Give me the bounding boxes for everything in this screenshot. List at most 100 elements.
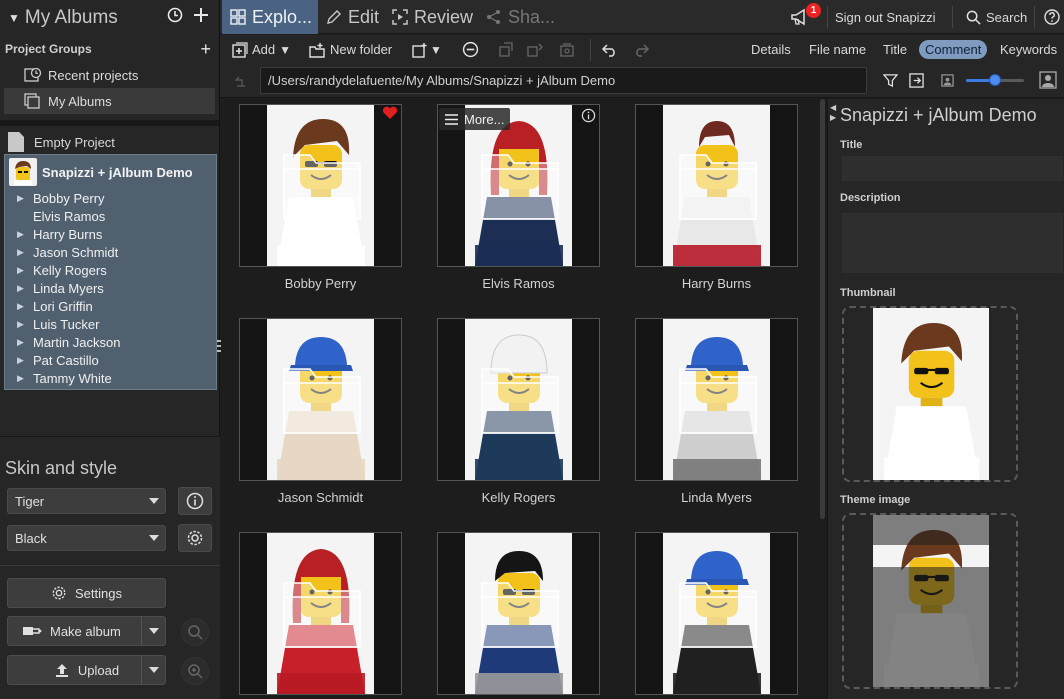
thumb-size-slider[interactable] [966, 74, 1024, 86]
view-option-file-name[interactable]: File name [803, 40, 872, 59]
view-option-title[interactable]: Title [877, 40, 913, 59]
preview-button[interactable] [181, 618, 209, 646]
expand-arrow-icon[interactable]: ▶ [17, 229, 33, 240]
minus-circle-icon [462, 41, 479, 58]
clock-icon[interactable] [165, 7, 185, 29]
magnifier-icon [188, 625, 203, 640]
heart-icon[interactable] [382, 106, 398, 125]
thumbnail-dropzone[interactable] [842, 306, 1018, 482]
sign-out-link[interactable]: Sign out Snapizzi [835, 0, 935, 34]
skin-select[interactable]: Tiger [7, 488, 166, 514]
stack-button[interactable] [559, 35, 575, 64]
sidebar-title: My Albums [24, 7, 118, 28]
title-field[interactable] [842, 156, 1063, 181]
left-splitter-handle[interactable] [217, 340, 221, 354]
expand-arrow-icon[interactable]: ▶ [17, 301, 33, 312]
move-in-icon [527, 43, 543, 57]
tab-explore[interactable]: Explo... [222, 0, 318, 34]
add-icon[interactable] [191, 7, 211, 29]
scrollbar-thumb[interactable] [820, 99, 825, 519]
open-album-button[interactable] [181, 657, 209, 685]
make-album-menu-button[interactable] [141, 617, 165, 645]
thumbnail[interactable] [635, 104, 798, 267]
tree-item[interactable]: ▶ Martin Jackson [5, 333, 216, 351]
tree-item[interactable]: ▶ Pat Castillo [5, 351, 216, 369]
thumbnail[interactable] [239, 104, 402, 267]
tree-item[interactable]: ▶ Jason Schmidt [5, 243, 216, 261]
divider [827, 6, 828, 28]
add-button[interactable]: Add ▼ [232, 35, 291, 64]
tab-edit[interactable]: Edit [326, 0, 379, 34]
thumbnail[interactable] [239, 318, 402, 481]
large-thumb-icon[interactable] [1039, 71, 1057, 89]
view-option-comment[interactable]: Comment [919, 40, 988, 59]
info-icon[interactable] [581, 108, 596, 128]
move-in-button[interactable] [527, 35, 543, 64]
expand-arrow-icon[interactable]: ▶ [17, 355, 33, 366]
slider-knob[interactable] [989, 74, 1001, 86]
thumbnail[interactable] [635, 318, 798, 481]
tree-item[interactable]: ▶ Luis Tucker [5, 315, 216, 333]
skin-info-button[interactable] [178, 487, 212, 515]
tree-item[interactable]: ▶ Bobby Perry [5, 189, 216, 207]
search-button[interactable]: Search [966, 0, 1027, 34]
batch-menu-button[interactable]: ▼ [412, 35, 442, 64]
tree-item[interactable]: ▶ Kelly Rogers [5, 261, 216, 279]
more-button[interactable]: More... [439, 108, 511, 130]
view-option-keywords[interactable]: Keywords [994, 40, 1063, 59]
expand-arrow-icon[interactable]: ▶ [17, 337, 33, 348]
remove-button[interactable] [462, 35, 479, 64]
expand-arrow-icon[interactable]: ▶ [17, 193, 33, 204]
tree-root-project[interactable]: Snapizzi + jAlbum Demo [5, 155, 216, 189]
thumbnail[interactable] [437, 318, 600, 481]
collapse-triangle-icon[interactable]: ▼ [8, 11, 20, 25]
style-settings-button[interactable] [178, 524, 212, 552]
thumbnail[interactable] [635, 532, 798, 695]
settings-button[interactable]: Settings [7, 578, 166, 608]
path-field[interactable]: /Users/randydelafuente/My Albums/Snapizz… [260, 67, 867, 94]
redo-button[interactable] [633, 35, 650, 64]
description-field[interactable] [842, 213, 1063, 273]
project-label: Empty Project [34, 134, 115, 150]
folder-icon [678, 149, 758, 226]
tree-item[interactable]: ▶ Linda Myers [5, 279, 216, 297]
grid-scrollbar[interactable] [819, 99, 827, 699]
up-arrow-icon[interactable] [234, 74, 248, 88]
help-button[interactable] [1044, 0, 1060, 34]
thumbnail[interactable] [437, 532, 600, 695]
expand-arrow-icon[interactable]: ▶ [17, 283, 33, 294]
new-folder-button[interactable]: New folder [309, 35, 392, 64]
description-label: Description [840, 192, 901, 204]
expand-arrow-icon[interactable]: ▶ [17, 265, 33, 276]
expand-arrow-icon[interactable]: ▶ [17, 247, 33, 258]
thumbnail[interactable] [239, 532, 402, 695]
thumbnail-caption: Elvis Ramos [482, 276, 555, 291]
tab-share[interactable]: Sha... [486, 0, 555, 34]
theme-image-dropzone[interactable] [842, 513, 1018, 689]
folder-icon [678, 577, 758, 654]
folder-icon [480, 149, 560, 226]
style-select[interactable]: Black [7, 525, 166, 551]
thumbnail[interactable]: More... [437, 104, 600, 267]
expand-arrow-icon[interactable]: ▶ [17, 373, 33, 384]
move-out-button[interactable] [497, 35, 513, 64]
new-folder-label: New folder [330, 42, 393, 57]
upload-button[interactable]: Upload [7, 655, 166, 685]
group-my-albums[interactable]: My Albums [4, 88, 215, 114]
tree-item[interactable]: ▶ Tammy White [5, 369, 216, 387]
group-recent-projects[interactable]: Recent projects [4, 62, 215, 88]
make-album-button[interactable]: Make album [7, 616, 166, 646]
view-option-details[interactable]: Details [745, 40, 797, 59]
tree-item[interactable]: ▶ Harry Burns [5, 225, 216, 243]
undo-button[interactable] [601, 35, 618, 64]
expand-arrow-icon[interactable]: ▶ [17, 319, 33, 330]
tree-item[interactable]: ▶ Lori Griffin [5, 297, 216, 315]
panel-collapse-arrows[interactable]: ◀ ▶ [830, 103, 836, 123]
add-group-icon[interactable]: + [200, 39, 211, 60]
tree-item[interactable]: Elvis Ramos [5, 207, 216, 225]
filter-icon[interactable] [883, 73, 898, 88]
small-thumb-icon[interactable] [941, 74, 954, 87]
export-icon[interactable] [909, 73, 924, 88]
upload-menu-button[interactable] [141, 656, 165, 684]
tab-review[interactable]: Review [392, 0, 473, 34]
